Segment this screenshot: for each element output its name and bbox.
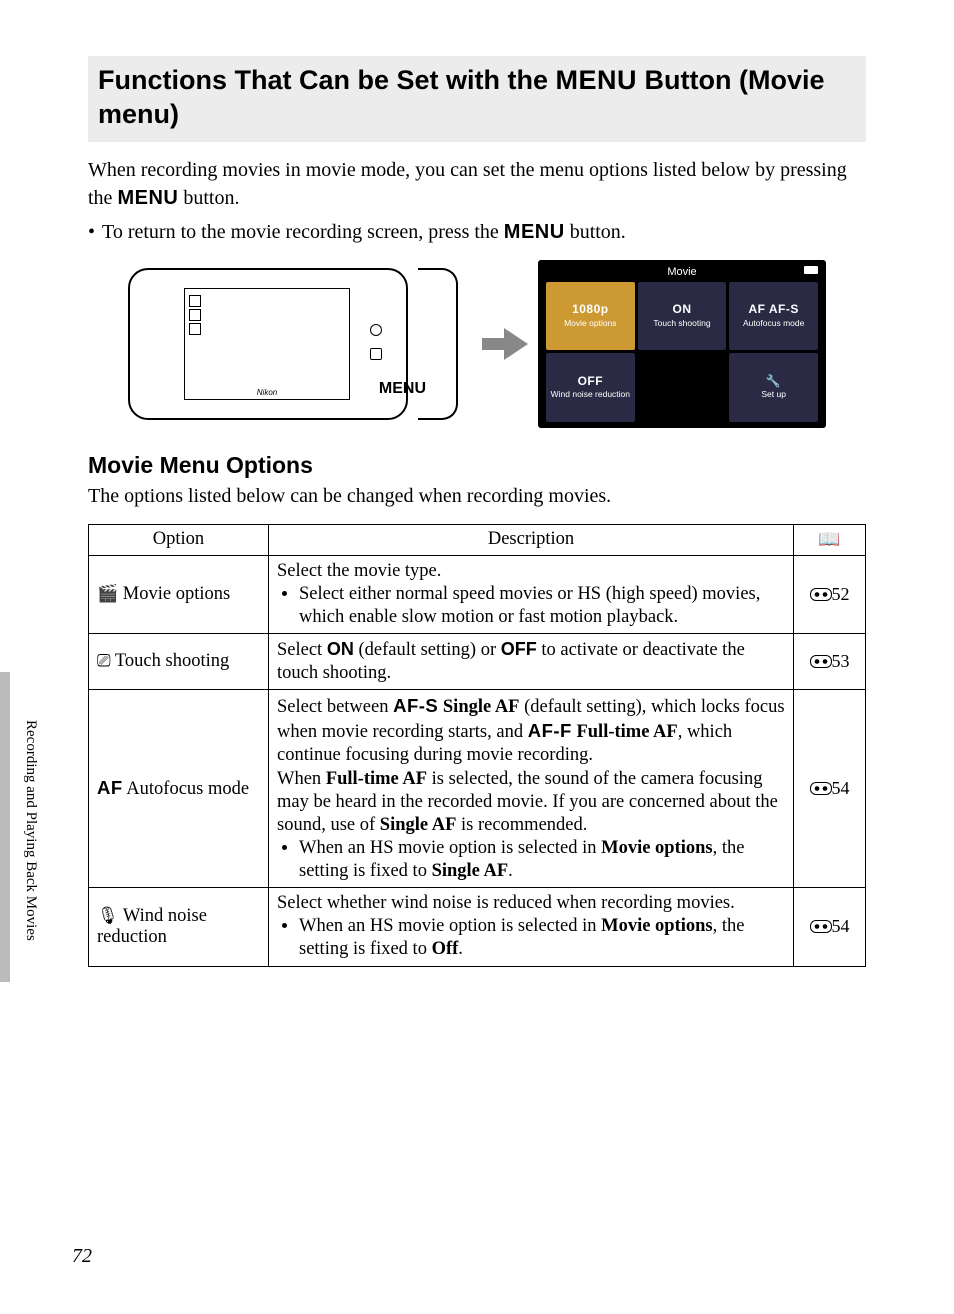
reference-link-icon — [810, 916, 832, 936]
table-row: 🎬 Movie optionsSelect the movie type.Sel… — [89, 555, 866, 633]
camera-illustration: Nikon — [128, 268, 408, 420]
description-cell: Select whether wind noise is reduced whe… — [269, 888, 794, 966]
reference-cell: 52 — [794, 555, 866, 633]
options-table: Option Description 📖 🎬 Movie optionsSele… — [88, 524, 866, 967]
reference-cell: 54 — [794, 690, 866, 888]
option-name: Autofocus mode — [126, 779, 249, 799]
menu-screen-header: Movie — [667, 266, 696, 278]
desc-lead: Select the movie type. — [277, 560, 785, 583]
reference-page: 54 — [832, 778, 850, 798]
description-cell: Select the movie type.Select either norm… — [269, 555, 794, 633]
camera-button-icon — [370, 324, 382, 336]
title-pre: Functions That Can be Set with the — [98, 65, 556, 95]
page-title: Functions That Can be Set with the MENU … — [98, 64, 856, 132]
option-name: Movie options — [123, 584, 230, 604]
table-row: AF Autofocus modeSelect between AF-S Sin… — [89, 690, 866, 888]
intro-bullet: To return to the movie recording screen,… — [88, 218, 866, 246]
desc-bullet: Select either normal speed movies or HS … — [299, 583, 785, 629]
tile-value: ON — [672, 303, 691, 316]
option-name: Touch shooting — [115, 651, 229, 671]
reference-link-icon — [810, 651, 832, 671]
af-icon: AF — [97, 777, 123, 798]
option-icon: 🎬 — [97, 584, 118, 603]
tile-label: Autofocus mode — [743, 319, 804, 328]
tile-label: Touch shooting — [653, 319, 710, 328]
desc-text: Select ON (default setting) or OFF to ac… — [277, 638, 785, 685]
desc-bullet: When an HS movie option is selected in M… — [299, 915, 785, 961]
menu-tile: 1080p Movie options — [546, 282, 635, 351]
bullet-text-a: To return to the movie recording screen,… — [102, 221, 504, 243]
menu-tile: ON Touch shooting — [638, 282, 727, 351]
battery-icon — [804, 266, 818, 274]
illustration-row: Nikon MENU Movie 1080p Movie options ON Tou… — [88, 260, 866, 428]
intro-paragraph: When recording movies in movie mode, you… — [88, 156, 866, 212]
page-number: 72 — [72, 1245, 92, 1268]
th-option: Option — [89, 524, 269, 555]
tile-label: Movie options — [564, 319, 616, 328]
camera-screen-icon: Nikon — [184, 288, 350, 400]
option-cell: ⎚ Touch shooting — [89, 633, 269, 689]
menu-word-icon: MENU — [504, 221, 565, 243]
tile-label: Set up — [761, 390, 786, 399]
subheading: Movie Menu Options — [88, 452, 866, 479]
th-reference: 📖 — [794, 524, 866, 555]
menu-tile: 🔧 Set up — [729, 353, 818, 422]
tile-value: OFF — [578, 375, 604, 388]
page-title-bar: Functions That Can be Set with the MENU … — [88, 56, 866, 142]
bullet-text-b: button. — [565, 221, 626, 243]
reference-page: 53 — [832, 651, 850, 671]
menu-tile: OFF Wind noise reduction — [546, 353, 635, 422]
camera-brand: Nikon — [257, 388, 277, 397]
tile-value: AF AF-S — [748, 303, 798, 316]
table-row: 🎙 Wind noise reduction Select whether win… — [89, 888, 866, 966]
option-cell: AF Autofocus mode — [89, 690, 269, 888]
arrow-right-icon — [482, 328, 528, 360]
option-cell: 🎙 Wind noise reduction — [89, 888, 269, 966]
menu-button-label: MENU — [379, 380, 426, 398]
desc-lead: Select whether wind noise is reduced whe… — [277, 892, 785, 915]
desc-bullet: When an HS movie option is selected in M… — [299, 837, 785, 883]
tile-label: Wind noise reduction — [551, 390, 630, 399]
tile-value: 🔧 — [766, 375, 781, 388]
desc-text: Select between AF-S Single AF (default s… — [277, 694, 785, 837]
option-cell: 🎬 Movie options — [89, 555, 269, 633]
camera-button2-icon — [370, 348, 382, 360]
table-row: ⎚ Touch shootingSelect ON (default setti… — [89, 633, 866, 689]
description-cell: Select ON (default setting) or OFF to ac… — [269, 633, 794, 689]
reference-link-icon — [810, 778, 832, 798]
menu-tile: AF AF-S Autofocus mode — [729, 282, 818, 351]
movie-menu-screenshot: Movie 1080p Movie options ON Touch shooting… — [538, 260, 826, 428]
intro-text-2: button. — [178, 187, 239, 209]
reference-page: 54 — [832, 916, 850, 936]
menu-word-icon: MENU — [117, 187, 178, 209]
description-cell: Select between AF-S Single AF (default s… — [269, 690, 794, 888]
reference-cell: 54 — [794, 888, 866, 966]
menu-tile-grid: 1080p Movie options ON Touch shooting AF AF-… — [546, 282, 818, 422]
menu-word-icon: MENU — [556, 65, 638, 95]
th-description: Description — [269, 524, 794, 555]
tile-value: 1080p — [572, 303, 609, 316]
reference-link-icon — [810, 584, 832, 604]
option-icon: 🎙 — [97, 906, 119, 925]
reference-page: 52 — [832, 584, 850, 604]
sub-intro: The options listed below can be changed … — [88, 485, 866, 508]
book-icon: 📖 — [818, 529, 840, 549]
option-icon: ⎚ — [97, 651, 111, 670]
reference-cell: 53 — [794, 633, 866, 689]
menu-tile — [638, 353, 727, 422]
